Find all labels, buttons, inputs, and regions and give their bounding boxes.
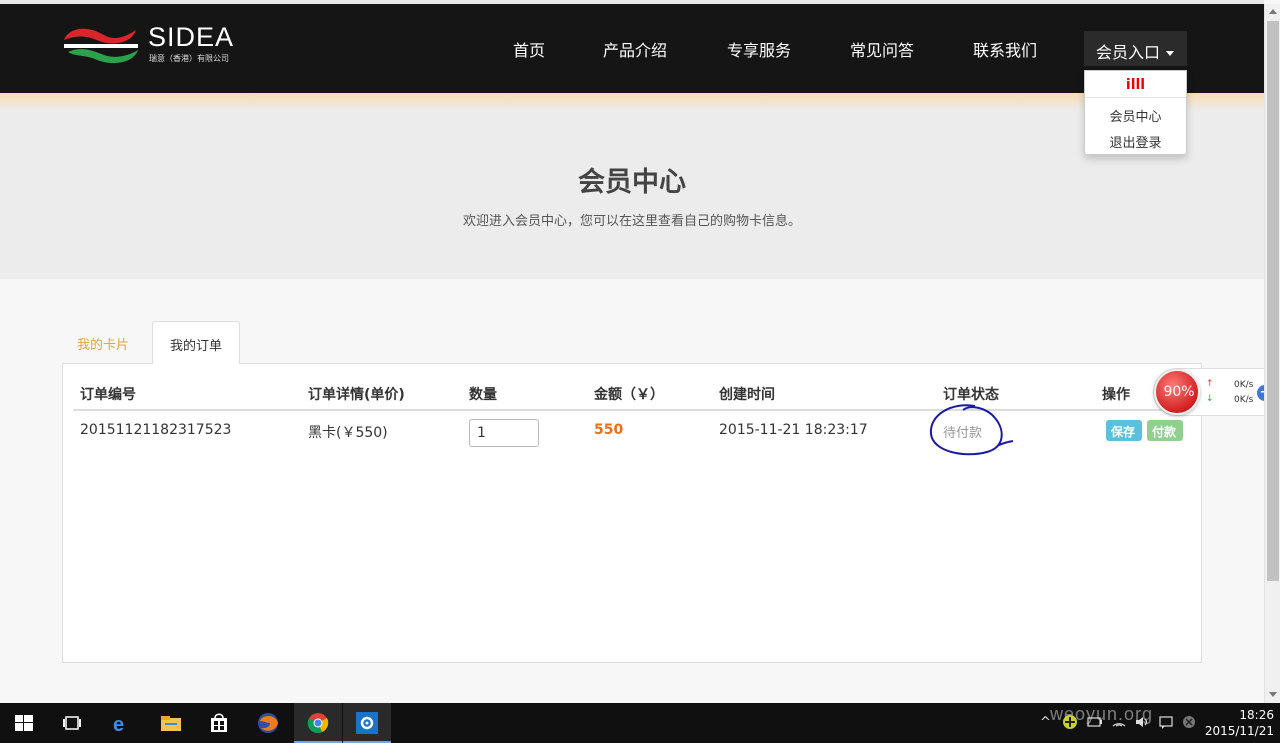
svg-text:e: e xyxy=(113,714,124,735)
nav-services[interactable]: 专享服务 xyxy=(727,37,791,61)
gear-icon xyxy=(356,712,378,734)
task-view-icon[interactable] xyxy=(60,711,84,735)
dropdown-member-center[interactable]: 会员中心 xyxy=(1085,106,1186,125)
order-amount: 550 xyxy=(594,422,624,438)
download-speed: 0K/s xyxy=(1234,395,1254,405)
hero-glow xyxy=(0,93,1264,111)
volume-icon[interactable] xyxy=(1134,715,1150,729)
orders-panel: 订单编号 订单详情(单价) 数量 金额（￥） 创建时间 订单状态 操作 2015… xyxy=(62,363,1202,663)
upload-speed: 0K/s xyxy=(1234,380,1254,390)
member-dropdown: illl 会员中心 退出登录 xyxy=(1084,70,1187,155)
page-subtitle: 欢迎进入会员中心，您可以在这里查看自己的购物卡信息。 xyxy=(462,214,801,229)
scroll-thumb[interactable] xyxy=(1267,21,1279,581)
download-arrow-icon: ↓ xyxy=(1206,394,1214,404)
dropdown-username: illl xyxy=(1125,77,1146,93)
table-header-divider xyxy=(73,409,1193,411)
save-button[interactable]: 保存 xyxy=(1106,420,1142,441)
nav-products[interactable]: 产品介绍 xyxy=(603,37,667,61)
tab-my-orders[interactable]: 我的订单 xyxy=(152,321,240,364)
windows-start-icon[interactable] xyxy=(12,711,36,735)
handwritten-circle-annotation xyxy=(929,404,1014,456)
brand-name: SIDEA xyxy=(148,22,235,52)
pay-button[interactable]: 付款 xyxy=(1147,420,1183,441)
member-entry-button[interactable]: 会员入口 xyxy=(1084,31,1187,66)
dropdown-divider xyxy=(1085,97,1186,98)
upload-arrow-icon: ↑ xyxy=(1206,379,1214,389)
nav-contact[interactable]: 联系我们 xyxy=(973,37,1037,61)
header-created: 创建时间 xyxy=(719,387,775,403)
store-icon[interactable] xyxy=(207,711,231,735)
firefox-icon[interactable] xyxy=(256,711,280,735)
network-speed-widget[interactable]: 90% ↑ 0K/s ↓ 0K/s + xyxy=(1153,368,1264,416)
header-order-detail: 订单详情(单价) xyxy=(308,387,405,403)
logo[interactable]: SIDEA 瑞意（香港）有限公司 xyxy=(62,22,252,70)
tray-chevron-up-icon[interactable]: ^ xyxy=(1040,715,1051,730)
taskbar-clock[interactable]: 18:26 2015/11/21 xyxy=(1204,707,1274,739)
wifi-icon[interactable] xyxy=(1111,715,1127,729)
scroll-up-icon[interactable] xyxy=(1269,9,1277,14)
dropdown-logout[interactable]: 退出登录 xyxy=(1085,132,1186,151)
vertical-scrollbar[interactable] xyxy=(1264,4,1280,703)
header-quantity: 数量 xyxy=(469,387,497,403)
battery-icon[interactable] xyxy=(1087,715,1103,729)
web-page: SIDEA 瑞意（香港）有限公司 首页 产品介绍 专享服务 常见问答 联系我们 … xyxy=(0,4,1264,703)
brand-subtitle: 瑞意（香港）有限公司 xyxy=(149,54,229,63)
page-title: 会员中心 xyxy=(578,167,686,198)
header-actions: 操作 xyxy=(1102,387,1130,403)
chrome-active-tab[interactable] xyxy=(294,703,342,743)
logo-mark-icon xyxy=(64,28,138,64)
scroll-down-icon[interactable] xyxy=(1269,692,1277,697)
notification-center-icon[interactable] xyxy=(1158,715,1174,729)
nav-faq[interactable]: 常见问答 xyxy=(850,37,914,61)
order-detail: 黑卡(￥550) xyxy=(308,425,388,441)
edge-browser-icon[interactable]: e xyxy=(110,711,134,735)
hero-banner: 会员中心 欢迎进入会员中心，您可以在这里查看自己的购物卡信息。 xyxy=(0,111,1264,279)
file-explorer-icon[interactable] xyxy=(159,711,183,735)
memory-percent: 90% xyxy=(1163,384,1195,400)
chrome-icon xyxy=(307,713,329,733)
caret-down-icon xyxy=(1166,51,1175,56)
memory-ball[interactable]: 90% xyxy=(1154,369,1200,415)
clock-date: 2015/11/21 xyxy=(1204,724,1274,738)
navbar: SIDEA 瑞意（香港）有限公司 首页 产品介绍 专享服务 常见问答 联系我们 … xyxy=(0,4,1264,93)
nav-home[interactable]: 首页 xyxy=(513,37,545,61)
clock-time: 18:26 xyxy=(1239,708,1274,722)
order-number: 20151121182317523 xyxy=(80,422,232,438)
header-order-no: 订单编号 xyxy=(80,387,136,403)
member-entry-label: 会员入口 xyxy=(1096,43,1161,62)
taskbar: e weoyun.org ^ 18:26 2015/11/21 xyxy=(0,703,1280,743)
tray-app-plus-icon[interactable] xyxy=(1062,714,1078,730)
quantity-input[interactable] xyxy=(469,419,539,447)
settings-app-tab[interactable] xyxy=(343,703,391,743)
close-circle-icon[interactable] xyxy=(1182,715,1196,729)
plus-icon[interactable]: + xyxy=(1257,385,1264,401)
tab-my-cards[interactable]: 我的卡片 xyxy=(64,321,152,364)
order-created-time: 2015-11-21 18:23:17 xyxy=(719,422,868,438)
header-amount: 金额（￥） xyxy=(594,387,664,403)
